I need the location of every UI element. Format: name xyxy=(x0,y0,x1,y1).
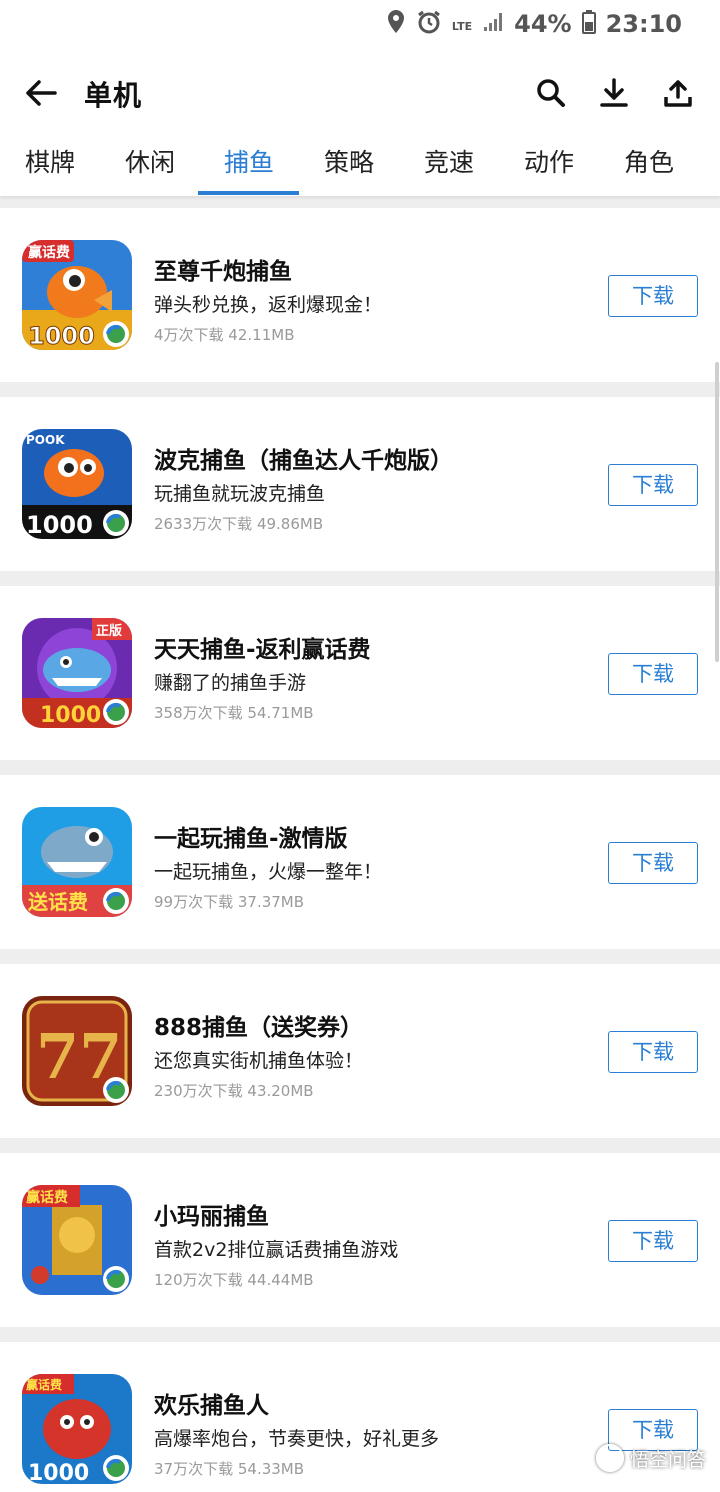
app-description: 首款2v2排位赢话费捕鱼游戏 xyxy=(154,1239,399,1261)
tab-juese[interactable]: 角色 xyxy=(599,136,699,192)
download-button[interactable]: 下载 xyxy=(608,842,698,884)
lte-label: LTE xyxy=(451,19,473,33)
app-description: 玩捕鱼就玩波克捕鱼 xyxy=(154,483,326,505)
app-name: 至尊千炮捕鱼 xyxy=(154,259,292,285)
tab-xiuxian[interactable]: 休闲 xyxy=(100,136,200,192)
back-button[interactable] xyxy=(20,72,62,114)
app-bar: 单机 xyxy=(0,48,720,136)
icon-number-text: 1000 xyxy=(26,511,93,539)
location-icon xyxy=(386,9,406,39)
alarm-icon xyxy=(416,9,442,39)
tab-celue[interactable]: 策略 xyxy=(299,136,399,192)
app-icon[interactable]: 送话费 xyxy=(22,807,132,917)
watermark-text: 悟空问答 xyxy=(629,1448,706,1471)
active-tab-indicator xyxy=(198,191,299,195)
app-description: 还您真实街机捕鱼体验！ xyxy=(154,1050,364,1072)
app-icon[interactable]: 赢话费 1000 xyxy=(22,240,132,350)
download-button[interactable]: 下载 xyxy=(608,464,698,506)
wukong-logo-icon xyxy=(595,1444,624,1472)
download-button[interactable]: 下载 xyxy=(608,1220,698,1262)
icon-number-text: 1000 xyxy=(28,1461,89,1484)
tab-qipai[interactable]: 棋牌 xyxy=(0,136,100,192)
tab-jingsu[interactable]: 竞速 xyxy=(399,136,499,192)
icon-badge-text: POOK xyxy=(26,433,65,447)
icon-number-text: 1000 xyxy=(40,703,101,728)
app-icon[interactable]: 赢话费 xyxy=(22,1185,132,1295)
scrollbar[interactable] xyxy=(715,362,719,662)
icon-badge-text: 赢话费 xyxy=(26,1377,62,1392)
download-manager-button[interactable] xyxy=(593,72,635,114)
list-item[interactable]: POOK 1000 波克捕鱼（捕鱼达人千炮版） 玩捕鱼就玩波克捕鱼 2633万次… xyxy=(0,397,720,571)
download-button[interactable]: 下载 xyxy=(608,653,698,695)
app-icon[interactable]: POOK 1000 xyxy=(22,429,132,539)
list-item[interactable]: 77 888捕鱼（送奖券） 还您真实街机捕鱼体验！ 230万次下载 43.20M… xyxy=(0,964,720,1138)
list-item[interactable]: 送话费 一起玩捕鱼-激情版 一起玩捕鱼，火爆一整年！ 99万次下载 37.37M… xyxy=(0,775,720,949)
app-name: 欢乐捕鱼人 xyxy=(154,1393,269,1419)
status-icons: LTE 44% 23:10 xyxy=(386,8,682,40)
battery-icon xyxy=(581,10,596,38)
app-description: 一起玩捕鱼，火爆一整年！ xyxy=(154,861,383,883)
app-meta: 120万次下载 44.44MB xyxy=(154,1271,314,1289)
download-button[interactable]: 下载 xyxy=(608,1031,698,1073)
arrow-left-icon xyxy=(26,80,57,106)
lte-icon: LTE xyxy=(452,15,472,34)
search-button[interactable] xyxy=(530,72,572,114)
list-item[interactable]: 赢话费 小玛丽捕鱼 首款2v2排位赢话费捕鱼游戏 120万次下载 44.44MB… xyxy=(0,1153,720,1327)
icon-badge-text: 正版 xyxy=(96,623,122,639)
list-item[interactable]: 正版 1000 天天捕鱼-返利赢话费 赚翻了的捕鱼手游 358万次下载 54.7… xyxy=(0,586,720,760)
icon-badge-text: 送话费 xyxy=(28,890,88,914)
clock: 23:10 xyxy=(605,10,682,38)
app-name: 小玛丽捕鱼 xyxy=(154,1204,269,1230)
app-meta: 2633万次下载 49.86MB xyxy=(154,515,324,533)
upload-icon xyxy=(664,80,692,107)
tab-buyu[interactable]: 捕鱼 xyxy=(199,136,299,192)
app-meta: 4万次下载 42.11MB xyxy=(154,326,295,344)
app-name: 888捕鱼（送奖券） xyxy=(154,1015,364,1041)
icon-badge-text: 赢话费 xyxy=(26,1189,68,1206)
app-icon[interactable]: 正版 1000 xyxy=(22,618,132,728)
download-button[interactable]: 下载 xyxy=(608,275,698,317)
status-bar: LTE 44% 23:10 xyxy=(0,0,720,48)
app-description: 赚翻了的捕鱼手游 xyxy=(154,672,307,694)
category-tabs: 棋牌 休闲 捕鱼 策略 竞速 动作 角色 xyxy=(0,136,720,196)
watermark: 悟空问答 xyxy=(595,1444,706,1472)
app-meta: 230万次下载 43.20MB xyxy=(154,1082,314,1100)
search-icon xyxy=(537,79,565,107)
list-item[interactable]: 赢话费 1000 至尊千炮捕鱼 弹头秒兑换，返利爆现金！ 4万次下载 42.11… xyxy=(0,208,720,382)
app-icon[interactable]: 赢话费 1000 xyxy=(22,1374,132,1484)
signal-icon xyxy=(482,11,504,37)
icon-number-text: 1000 xyxy=(28,322,95,350)
download-icon xyxy=(600,78,628,107)
app-description: 弹头秒兑换，返利爆现金！ xyxy=(154,294,383,316)
battery-percent: 44% xyxy=(514,10,572,38)
app-meta: 99万次下载 37.37MB xyxy=(154,893,305,911)
page-title: 单机 xyxy=(84,79,143,112)
app-name: 天天捕鱼-返利赢话费 xyxy=(154,637,371,663)
app-icon[interactable]: 77 xyxy=(22,996,132,1106)
icon-badge-text: 赢话费 xyxy=(28,244,70,261)
app-description: 高爆率炮台，节奏更快，好礼更多 xyxy=(154,1428,440,1450)
app-name: 一起玩捕鱼-激情版 xyxy=(154,826,348,852)
upload-button[interactable] xyxy=(657,72,699,114)
tab-dongzuo[interactable]: 动作 xyxy=(499,136,599,192)
app-meta: 37万次下载 54.33MB xyxy=(154,1460,305,1478)
app-meta: 358万次下载 54.71MB xyxy=(154,704,314,722)
app-name: 波克捕鱼（捕鱼达人千炮版） xyxy=(154,448,453,474)
